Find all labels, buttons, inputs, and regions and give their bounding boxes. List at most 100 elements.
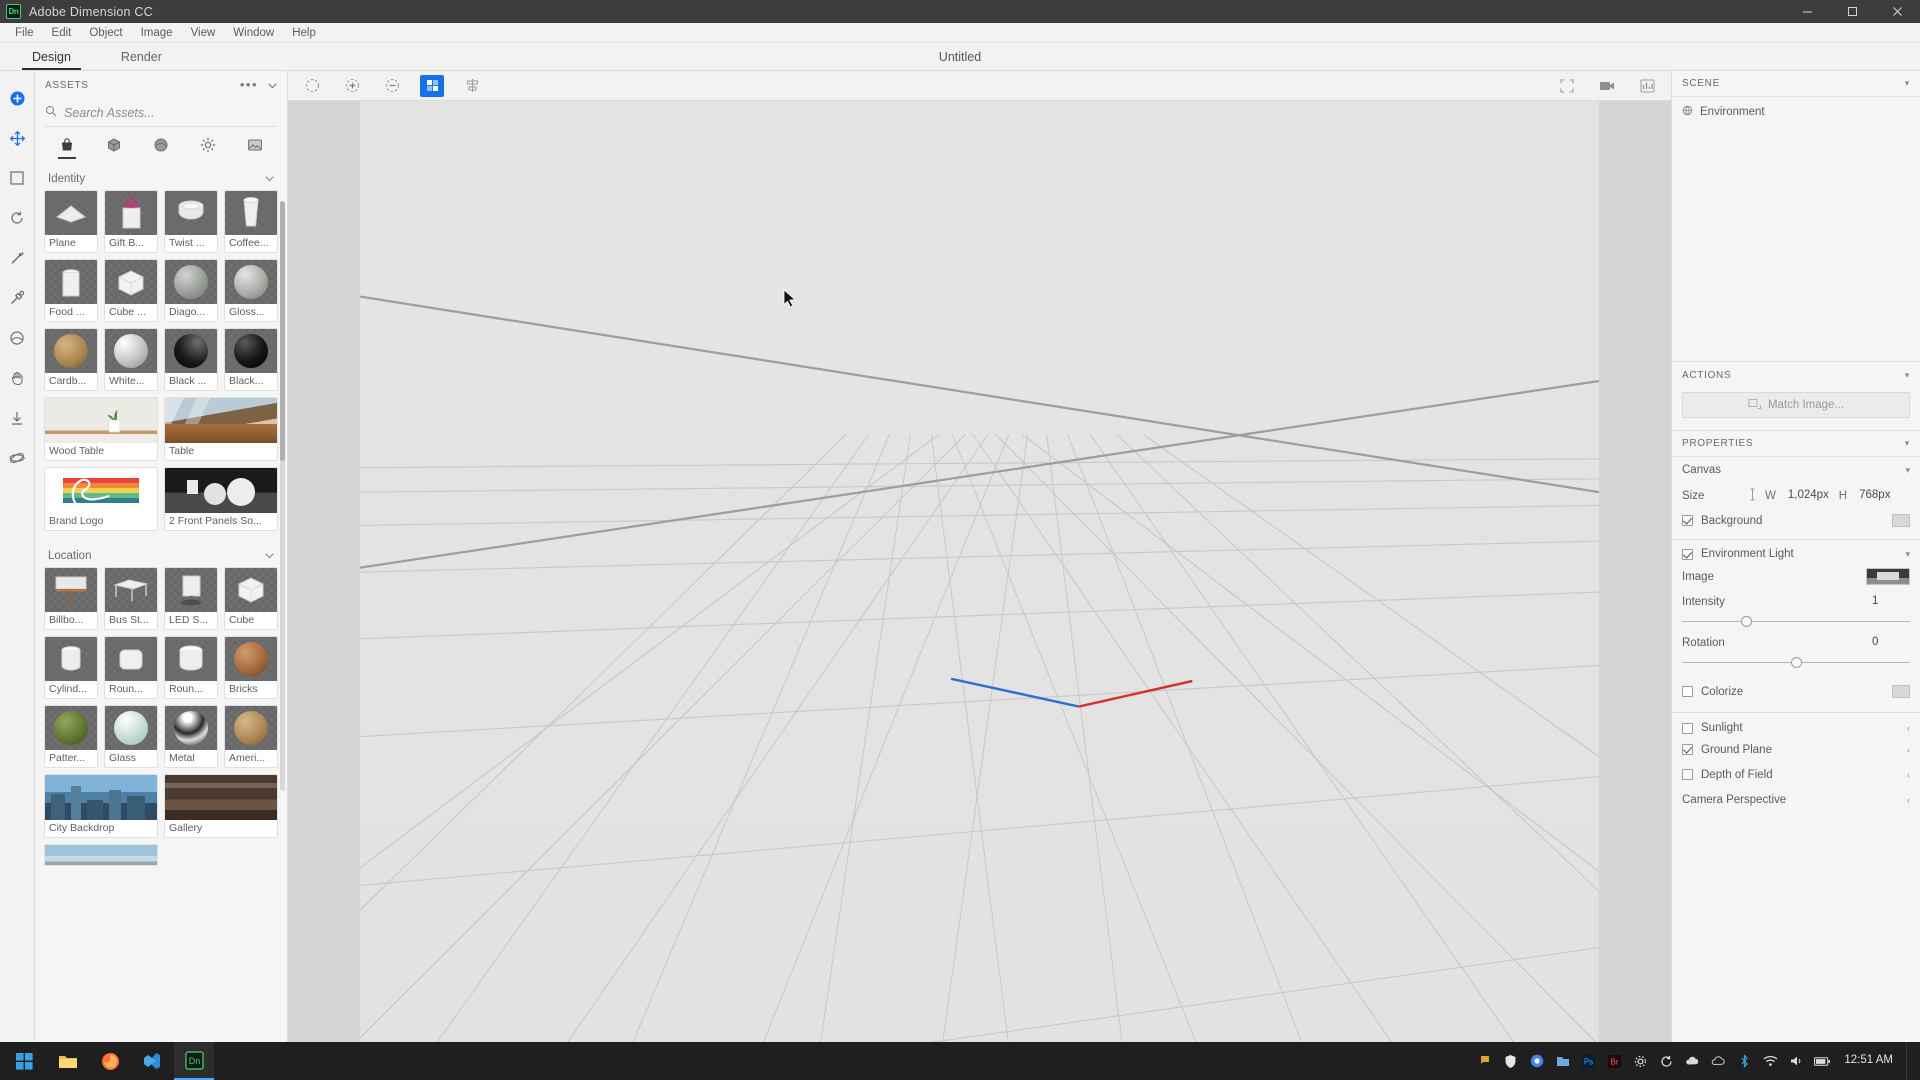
asset-tile[interactable]: City Backdrop [44, 774, 158, 838]
assets-scrollbar[interactable] [280, 201, 285, 791]
canvas-height-input[interactable]: 768px [1857, 488, 1897, 503]
notification-flag-icon[interactable] [1476, 1053, 1493, 1070]
camera-perspective-row[interactable]: Camera Perspective ‹ [1672, 787, 1920, 812]
images-tab[interactable] [238, 130, 272, 160]
bluetooth-icon[interactable] [1736, 1053, 1753, 1070]
sunlight-chevron-icon[interactable]: ‹ [1907, 723, 1910, 733]
cloud-icon[interactable] [1710, 1053, 1727, 1070]
materials-tab[interactable] [144, 130, 178, 160]
asset-tile[interactable] [44, 844, 158, 866]
ground-plane-chevron-icon[interactable]: ‹ [1907, 745, 1910, 755]
wifi-icon[interactable] [1762, 1053, 1779, 1070]
minimize-button[interactable] [1785, 0, 1830, 23]
asset-tile[interactable]: LED S... [164, 567, 218, 630]
scene-panel-header[interactable]: SCENE ▾ [1672, 71, 1920, 97]
firefox-icon[interactable] [90, 1042, 130, 1080]
colorize-color-swatch[interactable] [1892, 685, 1910, 698]
menu-window[interactable]: Window [224, 23, 283, 43]
menu-object[interactable]: Object [80, 23, 131, 43]
asset-tile[interactable]: Brand Logo [44, 467, 158, 531]
volume-icon[interactable] [1788, 1053, 1805, 1070]
asset-tile[interactable]: Black ... [164, 328, 218, 391]
scale-tool[interactable] [3, 161, 31, 195]
asset-tile[interactable]: Food ... [44, 259, 98, 322]
shield-icon[interactable] [1502, 1053, 1519, 1070]
asset-tile[interactable]: Roun... [104, 636, 158, 699]
asset-tile[interactable]: Plane [44, 190, 98, 253]
lights-tab[interactable] [191, 130, 225, 160]
colorize-checkbox[interactable] [1682, 686, 1693, 697]
asset-tile[interactable]: Cardb... [44, 328, 98, 391]
search-input[interactable] [64, 106, 277, 120]
windows-start-icon[interactable] [2, 1042, 46, 1080]
asset-tile[interactable]: Diago... [164, 259, 218, 322]
asset-tile[interactable]: Gallery [164, 774, 278, 838]
section-chevron-icon[interactable] [265, 550, 274, 562]
scene-collapse-chevron-icon[interactable]: ▾ [1905, 78, 1910, 89]
bridge-icon[interactable]: Br [1606, 1053, 1623, 1070]
asset-tile[interactable]: Cube ... [104, 259, 158, 322]
asset-tile[interactable]: 2 Front Panels So... [164, 467, 278, 531]
asset-tile[interactable]: Table [164, 397, 278, 461]
camera-perspective-chevron-icon[interactable]: ‹ [1907, 795, 1910, 805]
properties-panel-header[interactable]: PROPERTIES ▾ [1672, 431, 1920, 457]
assets-search-row[interactable] [45, 99, 277, 127]
environment-light-checkbox[interactable] [1682, 549, 1693, 560]
sunlight-checkbox[interactable] [1682, 723, 1693, 734]
asset-tile[interactable]: Gloss... [224, 259, 278, 322]
asset-tile[interactable]: Billbo... [44, 567, 98, 630]
tab-render[interactable]: Render [103, 43, 180, 70]
asset-tile[interactable]: Ameri... [224, 705, 278, 768]
render-settings-icon[interactable] [1635, 75, 1659, 97]
photoshop-icon[interactable]: Ps [1580, 1053, 1597, 1070]
assets-scroll-area[interactable]: Identity Plane Gift B... Twist ... C [35, 163, 287, 1080]
sync-icon[interactable] [1658, 1053, 1675, 1070]
show-desktop-strip[interactable] [1906, 1042, 1912, 1080]
camera-bookmark-icon[interactable] [1595, 75, 1619, 97]
actions-collapse-chevron-icon[interactable]: ▾ [1905, 370, 1910, 381]
link-dimensions-icon[interactable] [1748, 488, 1757, 504]
place-on-ground-tool[interactable] [3, 401, 31, 435]
menu-edit[interactable]: Edit [43, 23, 81, 43]
folder-icon[interactable] [1554, 1053, 1571, 1070]
asset-tile[interactable]: Bricks [224, 636, 278, 699]
add-object-icon[interactable] [340, 75, 364, 97]
file-explorer-icon[interactable] [48, 1042, 88, 1080]
intensity-slider[interactable] [1682, 615, 1910, 629]
asset-tile[interactable]: Glass [104, 705, 158, 768]
ground-plane-checkbox[interactable] [1682, 744, 1693, 755]
render-preview-icon[interactable] [420, 75, 444, 97]
assets-more-options-icon[interactable]: ••• [240, 80, 258, 90]
depth-of-field-checkbox[interactable] [1682, 769, 1693, 780]
properties-collapse-chevron-icon[interactable]: ▾ [1905, 438, 1910, 449]
background-color-swatch[interactable] [1892, 514, 1910, 527]
asset-tile[interactable]: White... [104, 328, 158, 391]
chrome-icon[interactable] [1528, 1053, 1545, 1070]
asset-tile[interactable]: Cylind... [44, 636, 98, 699]
align-distribute-icon[interactable] [460, 75, 484, 97]
rotation-slider[interactable] [1682, 656, 1910, 670]
select-marquee-icon[interactable] [300, 75, 324, 97]
menu-help[interactable]: Help [283, 23, 325, 43]
asset-tile[interactable]: Bus St... [104, 567, 158, 630]
depth-of-field-chevron-icon[interactable]: ‹ [1907, 770, 1910, 780]
vscode-icon[interactable] [132, 1042, 172, 1080]
rotation-value[interactable]: 0 [1870, 635, 1910, 650]
canvas-frame[interactable] [360, 101, 1599, 1080]
onedrive-icon[interactable] [1684, 1053, 1701, 1070]
magic-wand-tool[interactable] [3, 241, 31, 275]
maximize-button[interactable] [1830, 0, 1875, 23]
battery-icon[interactable] [1814, 1053, 1831, 1070]
orbit-tool[interactable] [3, 441, 31, 475]
close-button[interactable] [1875, 0, 1920, 23]
asset-tile[interactable]: Wood Table [44, 397, 158, 461]
asset-tile[interactable]: Cube [224, 567, 278, 630]
background-checkbox[interactable] [1682, 515, 1693, 526]
asset-tile[interactable]: Black... [224, 328, 278, 391]
fullscreen-icon[interactable] [1555, 75, 1579, 97]
actions-panel-header[interactable]: ACTIONS ▾ [1672, 362, 1920, 388]
asset-tile[interactable]: Gift B... [104, 190, 158, 253]
canvas-section-chevron-icon[interactable]: ▾ [1905, 465, 1910, 476]
hand-tool[interactable] [3, 361, 31, 395]
eyedropper-tool[interactable] [3, 281, 31, 315]
